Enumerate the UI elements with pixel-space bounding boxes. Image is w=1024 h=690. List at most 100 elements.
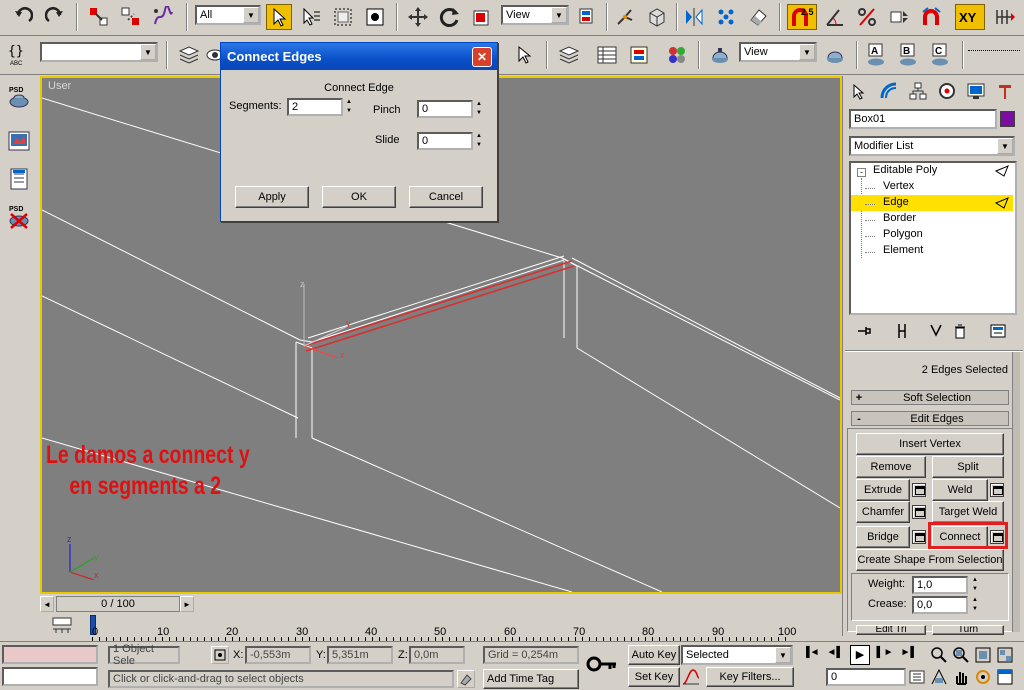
quick-render-icon[interactable] (822, 42, 848, 68)
turn-button[interactable]: Turn (932, 625, 1004, 635)
x-coordinate[interactable]: -0,553m (245, 646, 311, 664)
redo-icon[interactable] (42, 4, 68, 30)
axis-constraint-icon[interactable]: XY (955, 4, 985, 30)
toolbar-overflow-handle[interactable] (968, 50, 1020, 60)
layers-icon[interactable] (176, 42, 202, 68)
bind-space-warp-icon[interactable] (150, 4, 176, 30)
lock-selection-icon[interactable] (211, 646, 229, 664)
time-tag-icon[interactable] (457, 670, 475, 688)
remove-modifier-icon[interactable] (949, 320, 971, 342)
eraser-icon[interactable] (745, 4, 771, 30)
render-b-icon[interactable]: B (896, 42, 922, 68)
modifier-list-dropdown[interactable]: Modifier List ▼ (849, 136, 1015, 156)
material-editor-icon[interactable] (664, 42, 690, 68)
named-selection-dropdown[interactable]: ▼ (40, 42, 158, 62)
maxscript-listener-pink[interactable] (2, 645, 98, 664)
curly-braces-icon[interactable]: {} ABC (6, 42, 32, 68)
magnet-icon[interactable] (918, 4, 944, 30)
play-icon[interactable]: ▶ (850, 645, 870, 665)
stack-item-vertex[interactable]: Vertex (883, 180, 914, 192)
window-crossing-icon[interactable] (362, 4, 388, 30)
bridge-settings-icon[interactable] (912, 530, 926, 544)
image-viewer-icon[interactable] (4, 126, 34, 156)
select-by-name-icon[interactable] (298, 4, 324, 30)
add-time-tag-button[interactable]: Add Time Tag (483, 669, 579, 689)
snap-toggle-icon[interactable]: 2.5 (787, 4, 817, 30)
field-of-view-icon[interactable] (930, 668, 948, 686)
edit-tri-button[interactable]: Edit Tri (856, 625, 926, 635)
close-icon[interactable]: ✕ (472, 47, 492, 67)
stack-item-polygon[interactable]: Polygon (883, 228, 923, 240)
go-to-start-icon[interactable]: ▐◄ (802, 647, 820, 663)
render-a-icon[interactable]: A (864, 42, 890, 68)
extrude-button[interactable]: Extrude (856, 479, 910, 501)
arc-rotate-icon[interactable] (974, 668, 992, 686)
pinch-spinner[interactable]: ▲ ▼ (474, 100, 484, 118)
psd-teapot-icon[interactable]: PSD (4, 82, 34, 112)
chamfer-button[interactable]: Chamfer (856, 501, 910, 523)
bridge-button[interactable]: Bridge (856, 526, 910, 548)
configure-modifier-sets-icon[interactable] (987, 320, 1009, 342)
key-filters-button[interactable]: Key Filters... (706, 667, 794, 687)
apply-button[interactable]: Apply (235, 186, 309, 208)
z-coordinate[interactable]: 0,0m (409, 646, 465, 664)
set-key-button[interactable]: Set Key (628, 667, 680, 687)
free-transform-icon[interactable] (992, 4, 1018, 30)
pivot-center-icon[interactable] (574, 4, 600, 30)
pin-stack-icon[interactable] (853, 320, 875, 342)
spinner-snap-icon[interactable] (886, 4, 912, 30)
stack-item-editable-poly[interactable]: Editable Poly (873, 164, 937, 176)
document-icon[interactable] (4, 164, 34, 194)
chamfer-settings-icon[interactable] (912, 505, 926, 519)
selection-filter-dropdown[interactable]: All ▼ (195, 5, 261, 25)
render-c-icon[interactable]: C (928, 42, 954, 68)
next-frame-arrow[interactable]: ► (180, 596, 194, 612)
command-panel-scrollbar[interactable] (1012, 352, 1020, 632)
stack-item-border[interactable]: Border (883, 212, 916, 224)
scale-icon[interactable] (469, 4, 495, 30)
slide-spinner[interactable]: ▲ ▼ (474, 132, 484, 150)
psd-delete-icon[interactable]: PSD (4, 201, 34, 231)
zoom-icon[interactable] (930, 646, 948, 664)
object-name-field[interactable]: Box01 (849, 109, 997, 129)
ok-button[interactable]: OK (322, 186, 396, 208)
object-color-swatch[interactable] (1000, 111, 1015, 127)
modify-tab-icon[interactable] (876, 78, 902, 104)
previous-frame-icon[interactable]: ◄▌ (826, 647, 844, 663)
weight-input[interactable]: 1,0 (912, 576, 968, 594)
zoom-extents-icon[interactable] (974, 646, 992, 664)
split-button[interactable]: Split (932, 456, 1004, 478)
go-to-end-icon[interactable]: ►▌ (900, 647, 918, 663)
rectangular-selection-icon[interactable] (330, 4, 356, 30)
move-icon[interactable] (405, 4, 431, 30)
stack-item-edge[interactable]: Edge (883, 196, 909, 208)
render-scene-icon[interactable] (707, 42, 733, 68)
select-manipulate-icon[interactable] (612, 4, 638, 30)
select-object-icon[interactable] (266, 4, 292, 30)
weld-button[interactable]: Weld (932, 479, 988, 501)
reference-coordinate-dropdown[interactable]: View ▼ (501, 5, 569, 25)
weld-settings-icon[interactable] (990, 483, 1004, 497)
undo-icon[interactable] (10, 4, 36, 30)
segments-spinner[interactable]: ▲ ▼ (344, 98, 354, 116)
render-view-dropdown[interactable]: View ▼ (739, 42, 817, 62)
show-end-result-icon[interactable] (891, 320, 913, 342)
display-tab-icon[interactable] (963, 78, 989, 104)
percent-snap-icon[interactable] (854, 4, 880, 30)
select-cursor-icon[interactable] (512, 42, 538, 68)
remove-button[interactable]: Remove (856, 456, 926, 478)
dialog-title-bar[interactable]: Connect Edges (221, 43, 497, 70)
crease-spinner[interactable]: ▲ ▼ (970, 596, 980, 614)
mirror-icon[interactable] (681, 4, 707, 30)
select-and-link-icon[interactable] (86, 4, 112, 30)
angle-snap-icon[interactable] (822, 4, 848, 30)
crease-input[interactable]: 0,0 (912, 596, 968, 614)
create-shape-button[interactable]: Create Shape From Selection (856, 549, 1004, 571)
track-view-icon[interactable] (594, 42, 620, 68)
hierarchy-tab-icon[interactable] (905, 78, 931, 104)
keyboard-shortcut-icon[interactable] (644, 4, 670, 30)
array-icon[interactable] (713, 4, 739, 30)
target-weld-button[interactable]: Target Weld (932, 501, 1004, 523)
rotate-icon[interactable] (437, 4, 463, 30)
maxscript-listener-white[interactable] (2, 667, 98, 686)
